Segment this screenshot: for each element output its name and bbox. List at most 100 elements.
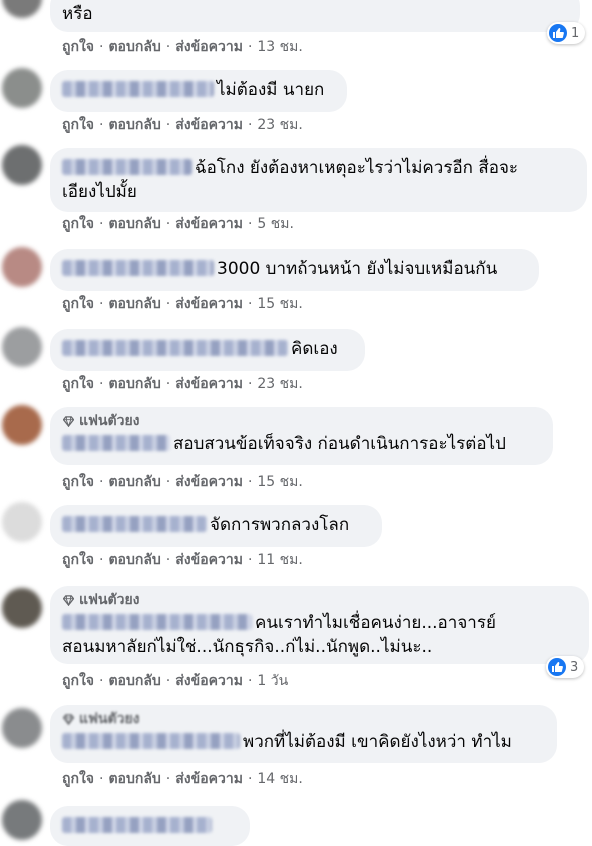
avatar[interactable]	[2, 68, 42, 108]
avatar[interactable]	[2, 247, 42, 287]
thumbs-up-icon	[548, 658, 566, 676]
like-link[interactable]: ถูกใจ	[62, 117, 94, 133]
send-message-link[interactable]: ส่งข้อความ	[175, 673, 243, 689]
send-message-link[interactable]: ส่งข้อความ	[175, 552, 243, 568]
comment-thread: หรือ 1 ถูกใจ · ตอบกลับ · ส่งข้อความ · 13 ชม. ไ…	[0, 0, 592, 846]
fan-badge-label: แฟนตัวยง	[79, 413, 140, 429]
blurred-user-name[interactable]	[62, 817, 212, 833]
separator: ·	[247, 117, 253, 133]
separator: ·	[247, 216, 253, 232]
comment-text: สอบสวนข้อเท็จจริง ก่อนดำเนินการอะไรต่อไป	[173, 434, 506, 454]
timestamp[interactable]: 23 ชม.	[257, 376, 302, 392]
like-link[interactable]: ถูกใจ	[62, 39, 94, 55]
reaction-summary[interactable]: 1	[547, 22, 586, 44]
timestamp[interactable]: 13 ชม.	[257, 39, 302, 55]
avatar[interactable]	[2, 327, 42, 367]
timestamp[interactable]: 11 ชม.	[257, 552, 302, 568]
blurred-user-name[interactable]	[62, 733, 240, 749]
reply-link[interactable]: ตอบกลับ	[108, 771, 160, 787]
comment-text: จัดการพวกลวงโลก	[210, 515, 350, 535]
like-link[interactable]: ถูกใจ	[62, 673, 94, 689]
avatar[interactable]	[2, 145, 42, 185]
send-message-link[interactable]: ส่งข้อความ	[175, 474, 243, 490]
reply-link[interactable]: ตอบกลับ	[108, 216, 160, 232]
reaction-count: 1	[571, 25, 580, 41]
comment-bubble: แฟนตัวยง คนเราทำไมเชื่อคนง่าย...อาจารย์ …	[50, 586, 589, 664]
separator: ·	[99, 673, 104, 689]
separator: ·	[165, 673, 171, 689]
like-link[interactable]: ถูกใจ	[62, 474, 94, 490]
reply-link[interactable]: ตอบกลับ	[108, 296, 160, 312]
like-link[interactable]: ถูกใจ	[62, 296, 94, 312]
like-link[interactable]: ถูกใจ	[62, 771, 94, 787]
blurred-user-name[interactable]	[62, 614, 252, 630]
fan-badge[interactable]: แฟนตัวยง	[62, 711, 545, 728]
blurred-user-name[interactable]	[62, 516, 207, 532]
comment-bubble: ไม่ต้องมี นายก	[50, 70, 347, 112]
separator: ·	[247, 771, 253, 787]
avatar[interactable]	[2, 0, 42, 18]
reaction-summary[interactable]: 3	[546, 656, 585, 678]
reply-link[interactable]: ตอบกลับ	[108, 474, 160, 490]
separator: ·	[247, 552, 253, 568]
blurred-user-name[interactable]	[62, 159, 192, 175]
reply-link[interactable]: ตอบกลับ	[108, 117, 160, 133]
reply-link[interactable]: ตอบกลับ	[108, 376, 160, 392]
comment-bubble: จัดการพวกลวงโลก	[50, 505, 382, 547]
timestamp[interactable]: 14 ชม.	[257, 771, 302, 787]
comment-text: คิดเอง	[291, 339, 338, 359]
separator: ·	[247, 474, 253, 490]
reply-link[interactable]: ตอบกลับ	[108, 39, 160, 55]
comment-bubble: แฟนตัวยง พวกที่ไม่ต้องมี เขาคิดยังไงหว่า…	[50, 705, 557, 763]
thumbs-up-icon	[549, 24, 567, 42]
avatar[interactable]	[2, 708, 42, 748]
separator: ·	[99, 117, 104, 133]
send-message-link[interactable]: ส่งข้อความ	[175, 296, 243, 312]
timestamp[interactable]: 15 ชม.	[257, 296, 302, 312]
reply-link[interactable]: ตอบกลับ	[108, 552, 160, 568]
fan-badge[interactable]: แฟนตัวยง	[62, 592, 577, 609]
comment-bubble: ฉ้อโกง ยังต้องหาเหตุอะไรว่าไม่ควรอีก สื่…	[50, 148, 587, 212]
separator: ·	[165, 39, 171, 55]
comment-actions: ถูกใจ · ตอบกลับ · ส่งข้อความ · 13 ชม.	[62, 36, 303, 58]
send-message-link[interactable]: ส่งข้อความ	[175, 216, 243, 232]
separator: ·	[247, 673, 253, 689]
blurred-user-name[interactable]	[62, 435, 170, 451]
send-message-link[interactable]: ส่งข้อความ	[175, 376, 243, 392]
avatar[interactable]	[2, 502, 42, 542]
diamond-icon	[63, 714, 74, 725]
timestamp[interactable]: 15 ชม.	[257, 474, 302, 490]
comment-bubble: คิดเอง	[50, 329, 365, 371]
like-link[interactable]: ถูกใจ	[62, 216, 94, 232]
like-link[interactable]: ถูกใจ	[62, 376, 94, 392]
send-message-link[interactable]: ส่งข้อความ	[175, 771, 243, 787]
avatar[interactable]	[2, 588, 42, 628]
comment-bubble: หรือ	[50, 0, 580, 32]
comment-actions: ถูกใจ · ตอบกลับ · ส่งข้อความ · 1 วัน	[62, 670, 288, 692]
timestamp[interactable]: 23 ชม.	[257, 117, 302, 133]
comment-text: 3000 บาทถ้วนหน้า ยังไม่จบเหมือนกัน	[217, 259, 498, 279]
separator: ·	[99, 376, 104, 392]
avatar[interactable]	[2, 800, 42, 840]
diamond-icon	[63, 416, 74, 427]
comment-text-line-2: สอนมหาลัยก่ไม่ใช่...นักธุรกิจ..ก่ไม่..นั…	[62, 637, 433, 657]
separator: ·	[99, 771, 104, 787]
fan-badge-label: แฟนตัวยง	[79, 592, 140, 608]
comment-bubble: 3000 บาทถ้วนหน้า ยังไม่จบเหมือนกัน	[50, 249, 539, 291]
send-message-link[interactable]: ส่งข้อความ	[175, 39, 243, 55]
comment-text-line-1: คนเราทำไมเชื่อคนง่าย...อาจารย์	[255, 613, 496, 633]
avatar[interactable]	[2, 405, 42, 445]
reaction-count: 3	[570, 659, 579, 675]
comment-text-line-2: เอียงไปมั้ย	[62, 182, 137, 202]
comment-actions: ถูกใจ · ตอบกลับ · ส่งข้อความ · 15 ชม.	[62, 293, 303, 315]
blurred-user-name[interactable]	[62, 81, 214, 97]
reply-link[interactable]: ตอบกลับ	[108, 673, 160, 689]
blurred-user-name[interactable]	[62, 260, 214, 276]
separator: ·	[247, 39, 253, 55]
fan-badge[interactable]: แฟนตัวยง	[62, 413, 541, 430]
timestamp[interactable]: 5 ชม.	[257, 216, 294, 232]
like-link[interactable]: ถูกใจ	[62, 552, 94, 568]
blurred-user-name[interactable]	[62, 340, 288, 356]
send-message-link[interactable]: ส่งข้อความ	[175, 117, 243, 133]
timestamp[interactable]: 1 วัน	[257, 673, 288, 689]
